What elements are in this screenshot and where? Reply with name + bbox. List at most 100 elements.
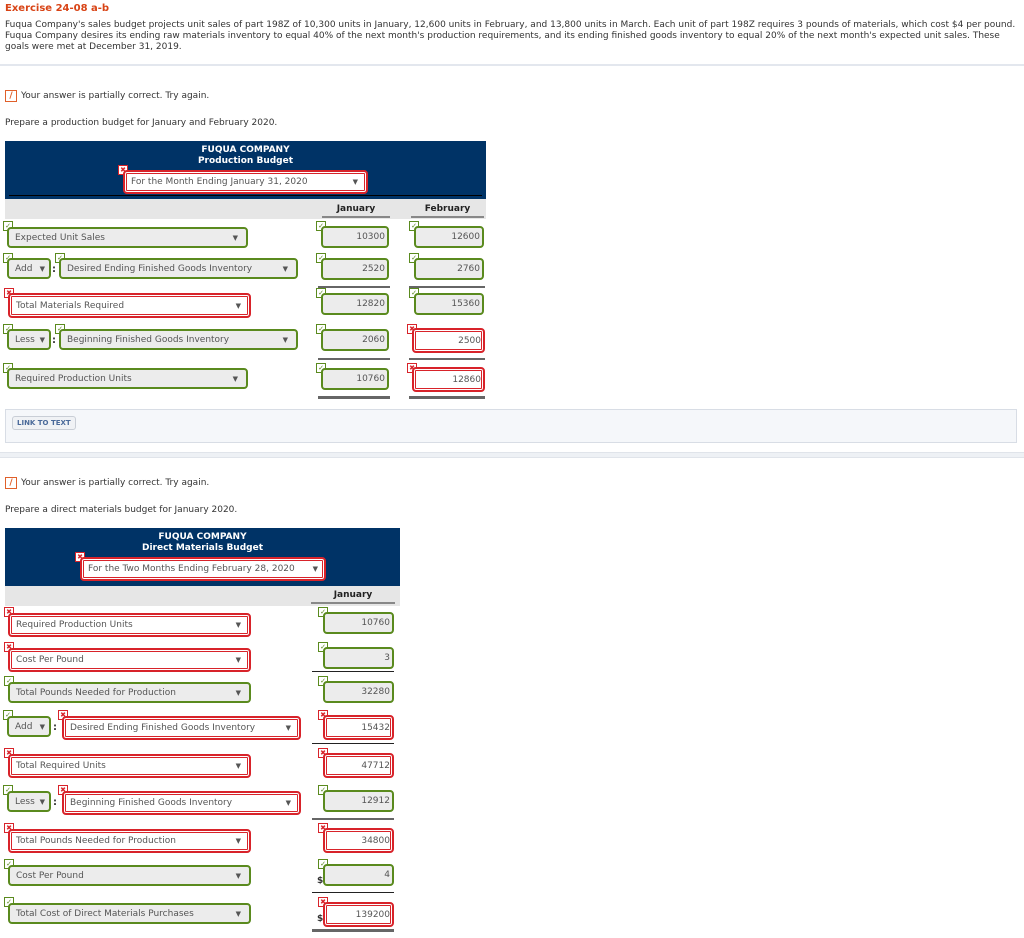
budget-title: Direct Materials Budget [141, 543, 264, 553]
chevron-down-icon: ▼ [352, 178, 358, 186]
add-less-select[interactable]: Less ▼ [7, 329, 51, 350]
row-label: Beginning Finished Goods Inventory [70, 798, 233, 808]
column-header-january: January [322, 204, 390, 218]
chevron-down-icon: ▼ [282, 335, 288, 344]
row-label: Cost Per Pound [16, 655, 84, 665]
operator-label: Add [15, 263, 33, 274]
subtotal-rule [312, 892, 394, 893]
colon-separator: : [53, 797, 57, 808]
row-label: Expected Unit Sales [15, 232, 105, 243]
column-header-january: January [311, 590, 395, 604]
value-input-january[interactable]: 10300 [321, 226, 389, 248]
value-input-january[interactable]: 3 [323, 647, 394, 669]
partially-correct-icon: / [5, 90, 17, 102]
row-label: Total Materials Required [16, 300, 125, 311]
row-label-select[interactable]: Total Cost of Direct Materials Purchases… [8, 903, 251, 924]
chevron-down-icon: ▼ [39, 264, 45, 273]
part-b-status-text: Your answer is partially correct. Try ag… [21, 478, 210, 488]
row-label: Total Required Units [16, 761, 106, 771]
row-label-select[interactable]: Beginning Finished Goods Inventory ▼ [59, 329, 298, 350]
value-input-january[interactable]: 12912 [323, 790, 394, 812]
total-double-rule [318, 396, 390, 399]
column-header-february: February [411, 204, 484, 218]
subtotal-rule [318, 358, 390, 360]
currency-symbol: $ [317, 914, 324, 924]
part-a-period-select[interactable]: For the Month Ending January 31, 2020 ▼ [123, 170, 368, 194]
row-label-select[interactable]: Cost Per Pound ▼ [8, 648, 251, 672]
add-less-select[interactable]: Add ▼ [7, 258, 51, 279]
value-input-january[interactable]: 10760 [323, 612, 394, 634]
row-label-select[interactable]: Total Pounds Needed for Production ▼ [8, 682, 251, 703]
value-input-february[interactable]: 15360 [414, 293, 484, 315]
part-a-status: / Your answer is partially correct. Try … [5, 90, 209, 102]
chevron-down-icon: ▼ [282, 264, 288, 273]
chevron-down-icon: ▼ [232, 233, 238, 242]
value-input-february[interactable]: 12860 [412, 367, 485, 392]
period-select-value: For the Month Ending January 31, 2020 [131, 177, 308, 187]
section-divider [0, 64, 1024, 66]
value-input-january[interactable]: 15432 [323, 715, 394, 740]
value-input-january[interactable]: 47712 [323, 753, 394, 778]
subtotal-rule [409, 358, 485, 360]
value-input-january[interactable]: 2060 [321, 329, 389, 351]
exercise-title: Exercise 24-08 a-b [5, 3, 110, 14]
row-label-select[interactable]: Total Materials Required ▼ [8, 293, 251, 318]
row-label: Cost Per Pound [16, 870, 84, 881]
subtotal-rule [409, 286, 485, 288]
row-label-select[interactable]: Total Required Units ▼ [8, 754, 251, 778]
link-to-text-button[interactable]: LINK TO TEXT [12, 416, 76, 430]
chevron-down-icon: ▼ [312, 565, 318, 573]
row-label: Desired Ending Finished Goods Inventory [70, 723, 256, 733]
company-name: FUQUA COMPANY [158, 532, 247, 542]
value-input-february[interactable]: 2500 [412, 328, 485, 353]
colon-separator: : [52, 264, 56, 275]
row-label-select[interactable]: Desired Ending Finished Goods Inventory ▼ [62, 716, 301, 740]
company-name: FUQUA COMPANY [201, 145, 290, 155]
row-label: Total Pounds Needed for Production [16, 687, 176, 698]
part-b-status: / Your answer is partially correct. Try … [5, 477, 209, 489]
chevron-down-icon: ▼ [232, 374, 238, 383]
part-b-period-select[interactable]: For the Two Months Ending February 28, 2… [80, 557, 326, 581]
chevron-down-icon: ▼ [285, 724, 291, 732]
row-label: Beginning Finished Goods Inventory [67, 334, 230, 345]
currency-symbol: $ [317, 876, 324, 886]
chevron-down-icon: ▼ [235, 837, 241, 845]
add-less-select[interactable]: Less ▼ [7, 791, 51, 812]
chevron-down-icon: ▼ [285, 799, 291, 807]
value-input-january[interactable]: 34800 [323, 828, 394, 853]
operator-label: Add [15, 721, 33, 732]
value-input-january[interactable]: 12820 [321, 293, 389, 315]
partially-correct-icon: / [5, 477, 17, 489]
chevron-down-icon: ▼ [235, 762, 241, 770]
section-divider [0, 452, 1024, 458]
colon-separator: : [52, 335, 56, 346]
value-input-january[interactable]: 32280 [323, 681, 394, 703]
value-input-january[interactable]: 4 [323, 864, 394, 886]
value-input-february[interactable]: 12600 [414, 226, 484, 248]
chevron-down-icon: ▼ [235, 621, 241, 629]
row-label-select[interactable]: Required Production Units ▼ [7, 368, 248, 389]
subtotal-rule [312, 818, 394, 820]
row-label-select[interactable]: Total Pounds Needed for Production ▼ [8, 829, 251, 853]
chevron-down-icon: ▼ [39, 335, 45, 344]
row-label-select[interactable]: Desired Ending Finished Goods Inventory ▼ [59, 258, 298, 279]
add-less-select[interactable]: Add ▼ [7, 716, 51, 737]
part-b-prompt: Prepare a direct materials budget for Ja… [5, 505, 238, 515]
header-rule [9, 195, 482, 196]
link-to-text-panel: LINK TO TEXT [5, 409, 1017, 443]
chevron-down-icon: ▼ [39, 722, 45, 731]
value-input-february[interactable]: 2760 [414, 258, 484, 280]
row-label-select[interactable]: Required Production Units ▼ [8, 613, 251, 637]
period-select-value: For the Two Months Ending February 28, 2… [88, 564, 295, 574]
operator-label: Less [15, 334, 35, 345]
value-input-january[interactable]: 2520 [321, 258, 389, 280]
row-label-select[interactable]: Expected Unit Sales ▼ [7, 227, 248, 248]
exercise-description: Fuqua Company's sales budget projects un… [5, 20, 1016, 52]
row-label-select[interactable]: Beginning Finished Goods Inventory ▼ [62, 791, 301, 815]
chevron-down-icon: ▼ [235, 656, 241, 664]
value-input-january[interactable]: 139200 [323, 902, 394, 927]
part-a-prompt: Prepare a production budget for January … [5, 118, 278, 128]
subtotal-rule [318, 286, 390, 288]
value-input-january[interactable]: 10760 [321, 368, 389, 390]
row-label-select[interactable]: Cost Per Pound ▼ [8, 865, 251, 886]
